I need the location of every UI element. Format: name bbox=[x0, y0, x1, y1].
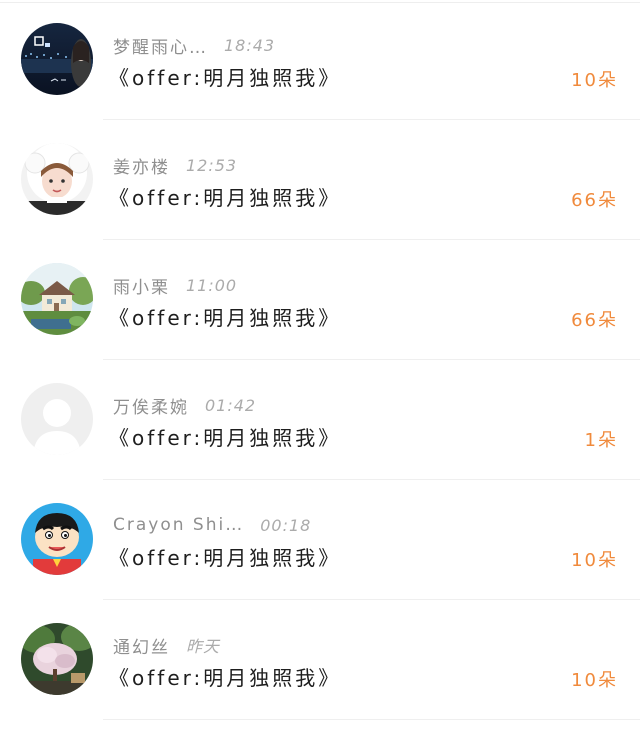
list-item[interactable]: 姜亦楼 12:53 《offer:明月独照我》 66朵 bbox=[0, 120, 640, 240]
cartoon-boy-avatar-icon bbox=[21, 503, 93, 575]
timestamp: 昨天 bbox=[186, 637, 221, 656]
message-text: 《offer:明月独照我》 bbox=[109, 426, 342, 450]
gift-count: 10朵 bbox=[571, 550, 618, 571]
timestamp: 01:42 bbox=[205, 395, 257, 415]
item-meta: 雨小栗 11:00 bbox=[113, 272, 237, 298]
message-text: 《offer:明月独照我》 bbox=[109, 546, 342, 570]
item-meta: 万俟柔婉 01:42 bbox=[113, 392, 256, 418]
avatar[interactable] bbox=[21, 23, 93, 95]
timestamp: 11:00 bbox=[186, 275, 238, 295]
message-text: 《offer:明月独照我》 bbox=[109, 306, 342, 330]
gift-count: 1朵 bbox=[584, 430, 618, 451]
gift-count: 66朵 bbox=[571, 190, 618, 211]
gift-count: 10朵 bbox=[571, 70, 618, 91]
message-text: 《offer:明月独照我》 bbox=[109, 666, 342, 690]
item-meta: 梦醒雨心… 18:43 bbox=[113, 32, 275, 58]
girl-portrait-avatar-icon bbox=[21, 143, 93, 215]
avatar[interactable] bbox=[21, 503, 93, 575]
gift-message-list: 梦醒雨心… 18:43 《offer:明月独照我》 10朵 姜亦楼 12:53 … bbox=[0, 0, 640, 744]
gift-count: 10朵 bbox=[571, 670, 618, 691]
message-text: 《offer:明月独照我》 bbox=[109, 186, 342, 210]
sender-name[interactable]: 万俟柔婉 bbox=[113, 393, 189, 418]
list-item[interactable]: Crayon Shi… 00:18 《offer:明月独照我》 10朵 bbox=[0, 480, 640, 600]
item-meta: 姜亦楼 12:53 bbox=[113, 152, 237, 178]
list-item[interactable]: 通幻丝 昨天 《offer:明月独照我》 10朵 bbox=[0, 600, 640, 720]
row-divider bbox=[103, 719, 640, 720]
item-meta: Crayon Shi… 00:18 bbox=[113, 512, 311, 538]
sender-name[interactable]: 姜亦楼 bbox=[113, 153, 170, 178]
blossom-tree-avatar-icon bbox=[21, 623, 93, 695]
sender-name[interactable]: Crayon Shi… bbox=[113, 515, 244, 535]
gift-count: 66朵 bbox=[571, 310, 618, 331]
message-text: 《offer:明月独照我》 bbox=[109, 66, 342, 90]
item-meta: 通幻丝 昨天 bbox=[113, 632, 220, 658]
avatar[interactable] bbox=[21, 143, 93, 215]
timestamp: 18:43 bbox=[224, 35, 276, 55]
list-item[interactable]: 万俟柔婉 01:42 《offer:明月独照我》 1朵 bbox=[0, 360, 640, 480]
sender-name[interactable]: 梦醒雨心… bbox=[113, 33, 208, 58]
sender-name[interactable]: 雨小栗 bbox=[113, 273, 170, 298]
sender-name[interactable]: 通幻丝 bbox=[113, 633, 170, 658]
night-city-avatar-icon bbox=[21, 23, 93, 95]
avatar[interactable] bbox=[21, 263, 93, 335]
house-illustration-avatar-icon bbox=[21, 263, 93, 335]
timestamp: 12:53 bbox=[186, 155, 238, 175]
timestamp: 00:18 bbox=[260, 515, 312, 535]
avatar[interactable] bbox=[21, 623, 93, 695]
avatar[interactable] bbox=[21, 383, 93, 455]
list-item[interactable]: 雨小栗 11:00 《offer:明月独照我》 66朵 bbox=[0, 240, 640, 360]
list-item[interactable]: 梦醒雨心… 18:43 《offer:明月独照我》 10朵 bbox=[0, 0, 640, 120]
default-user-avatar-icon bbox=[21, 383, 93, 455]
